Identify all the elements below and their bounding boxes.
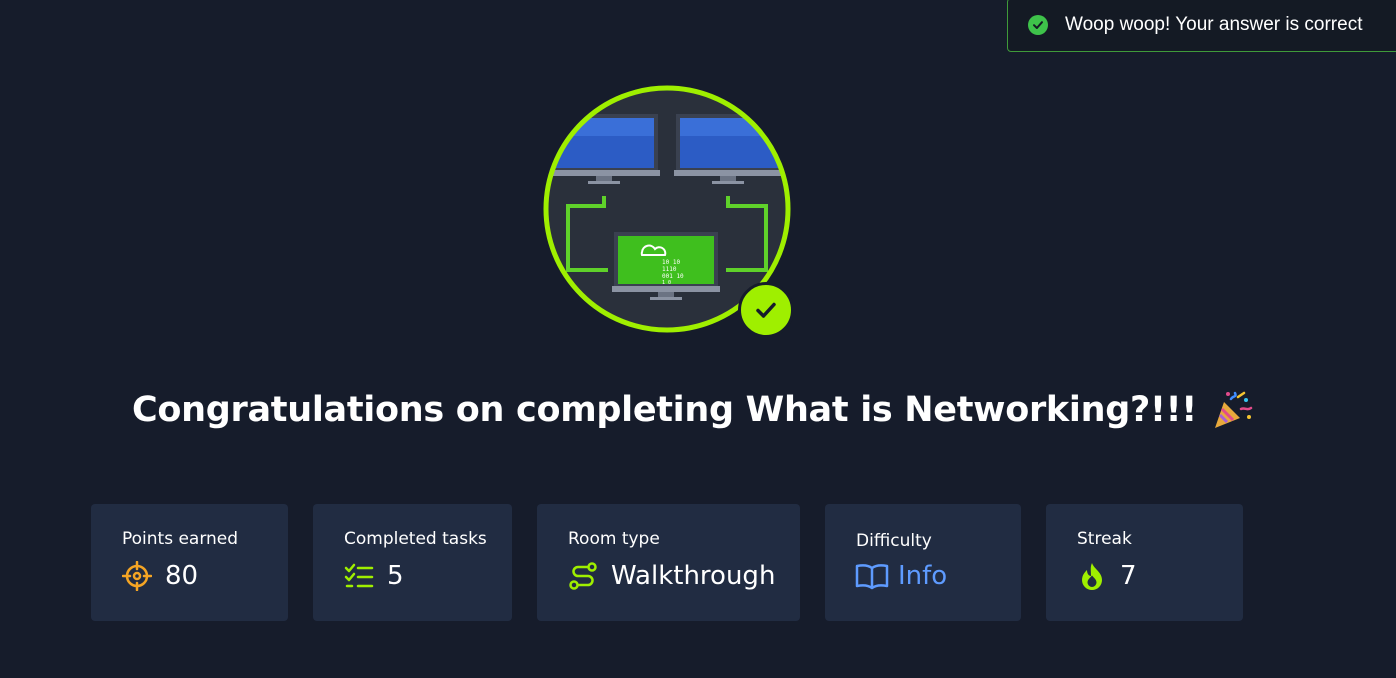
stat-label: Points earned (122, 529, 239, 549)
stat-value: 5 (387, 561, 404, 591)
stat-card-points: Points earned 80 (91, 504, 288, 621)
check-icon (738, 282, 794, 338)
badge-digits-2: 1110 (662, 266, 677, 273)
party-popper-icon (1214, 391, 1253, 428)
badge-digits-4: 1 0 (662, 280, 671, 286)
stat-card-difficulty: Difficulty Info (825, 504, 1021, 621)
stat-value: 7 (1120, 561, 1137, 591)
stat-card-room-type: Room type Walkthrough (537, 504, 800, 621)
completion-heading-text: Congratulations on completing What is Ne… (132, 390, 1197, 430)
book-icon (855, 564, 889, 590)
toast-message: Woop woop! Your answer is correct (1065, 14, 1363, 35)
flame-icon (1082, 563, 1102, 590)
stat-label: Room type (568, 529, 660, 549)
stat-label: Streak (1077, 529, 1132, 549)
stat-value: 80 (165, 561, 199, 591)
success-toast[interactable]: Woop woop! Your answer is correct (1007, 0, 1396, 52)
check-circle-icon (1028, 15, 1048, 35)
stat-card-streak: Streak 7 (1046, 504, 1243, 621)
stat-value: Info (898, 561, 948, 591)
stat-label: Completed tasks (344, 529, 487, 549)
room-complete-page: Woop woop! Your answer is correct 10 10 … (0, 0, 1396, 678)
stat-value: Walkthrough (611, 561, 776, 591)
target-icon (122, 561, 152, 591)
stat-label: Difficulty (856, 531, 932, 551)
task-list-icon (344, 563, 374, 588)
badge-digits-3: 001 10 (662, 273, 684, 280)
route-icon (569, 562, 597, 590)
completion-heading: Congratulations on completing What is Ne… (132, 382, 1253, 438)
stat-card-tasks: Completed tasks 5 (313, 504, 512, 621)
badge-digits-1: 10 10 (662, 259, 680, 266)
